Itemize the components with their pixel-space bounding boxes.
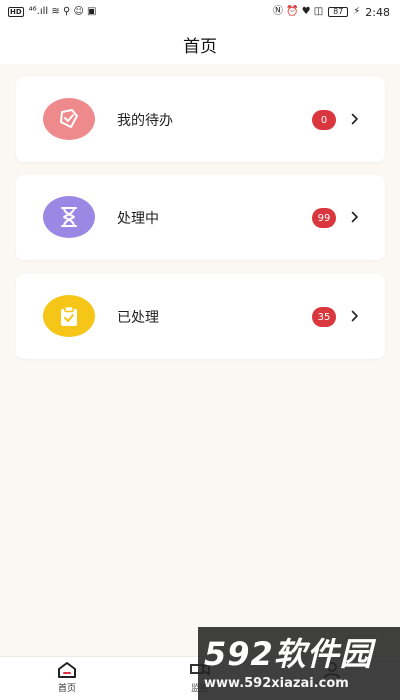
system-status-icons: Ⓝ ⏰ ♥ ◫ [272,6,324,17]
processed-icon-circle [43,295,95,337]
status-bar: HD ⁴⁶.ıll ≋ ⚲ ☺ ▣ Ⓝ ⏰ ♥ ◫ 87 ⚡ 2:48 [0,0,400,24]
card-processing[interactable]: 处理中 99 [16,175,385,260]
chevron-right-icon [349,308,361,324]
signal-wifi-icons: ⁴⁶.ıll ≋ ⚲ ☺ ▣ [28,6,97,17]
card-label-processed: 已处理 [117,309,159,326]
card-processed[interactable]: 已处理 35 [16,274,385,359]
hd-badge: HD [8,7,24,17]
card-label-my-todo: 我的待办 [117,112,173,129]
status-left: HD ⁴⁶.ıll ≋ ⚲ ☺ ▣ [8,7,97,17]
count-badge-my-todo: 0 [312,110,336,130]
count-badge-processing: 99 [312,208,336,228]
hourglass-icon [61,207,77,227]
status-right: Ⓝ ⏰ ♥ ◫ 87 ⚡ 2:48 [273,6,390,19]
processing-icon-circle [43,196,95,238]
chevron-right-icon [349,209,361,225]
watermark-url: www.592xiazai.com [204,676,349,691]
page-header: 首页 [0,24,400,64]
home-icon [58,662,76,678]
chevron-right-icon [349,111,361,127]
clipboard-check-icon [61,305,77,326]
nav-item-home[interactable]: 首页 [37,661,97,699]
charging-icon: ⚡ [353,6,361,17]
todo-icon-circle [43,98,95,140]
battery-icon: 87 [328,7,349,17]
watermark-logo: 592软件园 [204,635,373,673]
count-badge-processed: 35 [312,307,336,327]
page-title: 首页 [183,36,217,57]
todo-check-icon [60,109,78,128]
status-time: 2:48 [365,5,390,19]
card-my-todo[interactable]: 我的待办 0 [16,77,385,162]
nav-label-home: 首页 [57,684,76,694]
watermark: 592软件园 www.592xiazai.com [198,627,400,700]
card-label-processing: 处理中 [117,210,159,227]
